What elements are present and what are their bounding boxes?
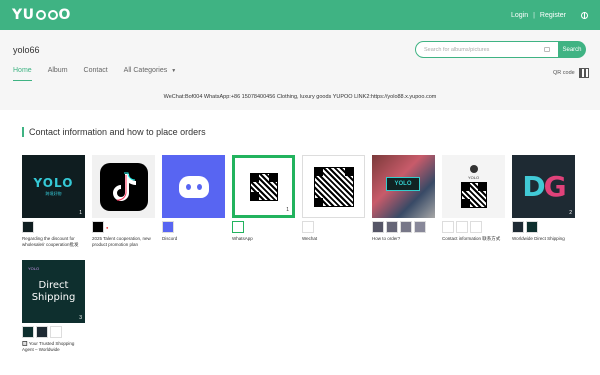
album-title[interactable]: How to order? [372,236,435,242]
tab-contact[interactable]: Contact [84,67,108,81]
cover-text: Direct Shipping [31,279,76,303]
album-cover[interactable]: YOLO Direct Shipping 3 [22,260,85,323]
tab-all-categories[interactable]: All Categories ▼ [124,67,177,81]
camera-icon[interactable] [544,47,550,52]
photo-count: 1 [286,207,289,213]
album-title[interactable]: Regarding the discount for wholesale/r c… [22,236,85,248]
register-link[interactable]: Register [540,12,566,19]
mini-thumb[interactable] [400,221,412,233]
album-card[interactable]: YOLO How to order? [372,155,435,242]
photo-count: 3 [79,315,82,321]
album-cover[interactable]: YOLO [372,155,435,218]
nav-tabs: Home Album Contact All Categories ▼ [13,67,192,81]
album-cover[interactable] [162,155,225,218]
photo-count: 1 [79,210,82,216]
mini-thumb[interactable] [50,326,62,338]
redbook-icon[interactable]: ● [106,221,118,233]
store-notice: WeChat:Bof004 WhatsApp:+86 15078400456 C… [163,94,437,100]
qr-code-icon [249,172,278,201]
album-cover[interactable]: 1 [232,155,295,218]
cover-label: YOLO [386,177,420,191]
header: yolo66 Search for albums/pictures Search… [0,30,600,110]
album-cover[interactable] [302,155,365,218]
tab-album[interactable]: Album [48,67,68,81]
mini-thumb[interactable] [512,221,524,233]
separator: | [533,11,535,19]
search-button[interactable]: Search [558,41,586,58]
album-card[interactable]: DG 2 Worldwide Direct Shipping [512,155,575,242]
logo-ring-icon [47,10,58,20]
album-title[interactable]: Contact information 联系方式 [442,236,505,242]
album-title[interactable]: Worldwide Direct Shipping [512,236,575,242]
caret-down-icon: ▼ [171,68,177,74]
album-title[interactable]: Discord [162,236,225,242]
album-card[interactable]: YOLO Contact information 联系方式 [442,155,505,242]
mini-thumb[interactable] [414,221,426,233]
mini-thumb[interactable] [302,221,314,233]
album-card[interactable]: ● 2025 Talent cooperation, new product p… [92,155,155,248]
section-title: Contact information and how to place ord… [22,127,206,137]
cover-brand: YOLO [28,266,40,271]
mini-thumb[interactable] [372,221,384,233]
logo-text: YU [12,7,35,23]
login-link[interactable]: Login [511,12,528,19]
cover-label: YOLO [467,175,480,180]
qr-code-icon [460,182,487,208]
search-placeholder: Search for albums/pictures [424,46,490,53]
mini-thumb[interactable] [442,221,454,233]
discord-icon [178,175,209,198]
mini-thumb[interactable] [36,326,48,338]
globe-icon[interactable] [581,11,588,19]
tab-home[interactable]: Home [13,67,32,81]
album-title[interactable]: Wechat [302,236,365,242]
album-title[interactable]: 🔲 Your Trusted Shopping Agent – Worldwid… [22,341,85,353]
qr-code-button[interactable]: QR code [553,68,589,78]
album-cover[interactable] [92,155,155,218]
album-cover[interactable]: YOLO [442,155,505,218]
photo-count: 2 [569,210,572,216]
qr-code-label: QR code [553,70,575,76]
tiktok-icon [99,162,148,211]
title-accent-bar [22,127,24,137]
top-bar: YU O Login | Register [0,0,600,30]
album-title[interactable]: WhatsApp [232,236,295,242]
yupoo-logo[interactable]: YU O [12,7,71,23]
album-card[interactable]: YOLO 跨境好物 1 Regarding the discount for w… [22,155,85,248]
username[interactable]: yolo66 [13,45,40,55]
album-card[interactable]: Wechat [302,155,365,242]
tab-all-categories-label: All Categories [123,67,168,74]
mini-thumb[interactable] [526,221,538,233]
mini-thumb[interactable] [470,221,482,233]
cover-text: YOLO [33,176,74,190]
search-input[interactable]: Search for albums/pictures [415,41,558,58]
album-cover[interactable]: YOLO 跨境好物 1 [22,155,85,218]
section-title-text: Contact information and how to place ord… [29,127,206,137]
mini-thumb[interactable] [22,326,34,338]
album-card[interactable]: Discord [162,155,225,242]
dg-logo: DG [522,170,566,203]
mini-thumb[interactable] [92,221,104,233]
mini-thumb[interactable] [162,221,174,233]
mini-thumb[interactable] [386,221,398,233]
avatar [469,165,478,173]
album-card[interactable]: YOLO Direct Shipping 3 🔲 Your Trusted Sh… [22,260,85,353]
mini-thumb[interactable] [22,221,34,233]
album-cover[interactable]: DG 2 [512,155,575,218]
album-card[interactable]: 1 WhatsApp [232,155,295,242]
logo-ring-icon [35,10,46,20]
album-title[interactable]: 2025 Talent cooperation, new product pro… [92,236,155,248]
logo-text: O [58,7,71,23]
search-bar: Search for albums/pictures Search [415,41,586,58]
qr-code-icon [578,68,589,78]
qr-code-icon [313,166,354,207]
mini-thumb[interactable] [456,221,468,233]
cover-subtext: 跨境好物 [45,191,62,196]
mini-thumb[interactable] [232,221,244,233]
